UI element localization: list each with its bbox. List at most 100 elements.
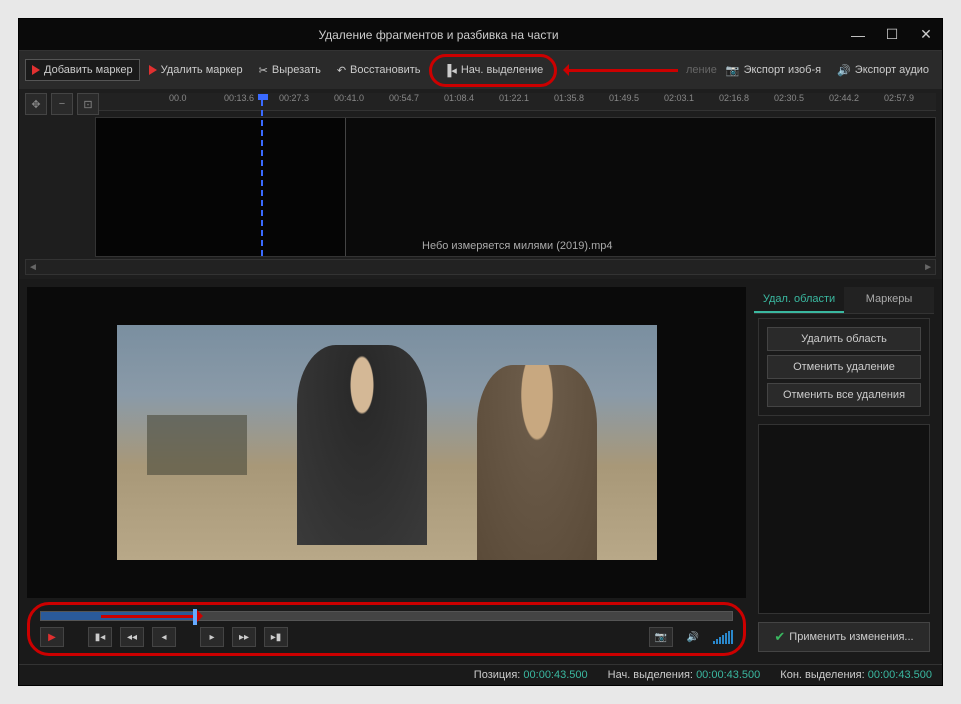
tick: 00:54.7 [389, 93, 444, 103]
status-position: Позиция: 00:00:43.500 [474, 669, 588, 681]
scene-person [477, 365, 597, 560]
cut-label: Вырезать [272, 64, 321, 76]
side-panel: Удал. области Маркеры Удалить область От… [754, 287, 934, 656]
scene-vehicle [147, 415, 247, 475]
side-tabs: Удал. области Маркеры [754, 287, 934, 314]
scroll-left-icon[interactable]: ◄ [28, 262, 38, 273]
playhead[interactable] [261, 100, 263, 256]
regions-list[interactable] [758, 424, 930, 614]
next-frame-button[interactable]: ▸ [200, 627, 224, 647]
add-marker-label: Добавить маркер [44, 64, 133, 76]
apply-label: Применить изменения... [789, 631, 913, 643]
start-sel-label: Нач. выделение [461, 64, 543, 76]
restore-button[interactable]: ↶ Восстановить [330, 59, 428, 82]
annotation-arrow [565, 69, 678, 72]
status-sel-start: Нач. выделения: 00:00:43.500 [608, 669, 761, 681]
end-sel-partial: ление [686, 64, 717, 76]
rewind-button[interactable]: ◂◂ [120, 627, 144, 647]
prev-frame-button[interactable]: ◂ [152, 627, 176, 647]
toolbar-right: 📷 Экспорт изоб-я 🔊 Экспорт аудио [719, 59, 936, 82]
volume-bars[interactable] [713, 630, 733, 644]
goto-end-button[interactable]: ▸▮ [264, 627, 288, 647]
video-preview [27, 287, 746, 598]
sel-end-value: 00:00:43.500 [868, 669, 932, 681]
annotation-arrow [101, 615, 201, 618]
tick: 00:41.0 [334, 93, 389, 103]
goto-start-button[interactable]: ▮◂ [88, 627, 112, 647]
tick: 01:35.8 [554, 93, 609, 103]
start-selection-button[interactable]: ▐◂ Нач. выделение [436, 59, 550, 82]
highlight-annotation: ▐◂ Нач. выделение [429, 54, 557, 87]
player-controls-highlight: ▶ ▮◂ ◂◂ ◂ ▸ ▸▸ ▸▮ 📷 🔊 [27, 602, 746, 656]
zoom-in-button[interactable]: ✥ [25, 93, 47, 115]
timeline-area: ✥ − ⊡ 00.0 00:13.6 00:27.3 00:41.0 00:54… [19, 89, 942, 279]
toolbar: Добавить маркер Удалить маркер ✂ Вырезат… [19, 51, 942, 89]
titlebar: Удаление фрагментов и разбивка на части … [19, 19, 942, 51]
timeline-scrollbar[interactable]: ◄ ► [25, 259, 936, 275]
timeline-track[interactable]: Небо измеряется милями (2019).mp4 [95, 117, 936, 257]
tick: 01:22.1 [499, 93, 554, 103]
flag-icon [149, 65, 157, 75]
position-value: 00:00:43.500 [523, 669, 587, 681]
tick: 01:08.4 [444, 93, 499, 103]
close-button[interactable]: ✕ [918, 27, 934, 43]
scissors-icon: ✂ [259, 64, 268, 77]
minimize-button[interactable]: — [850, 27, 866, 43]
statusbar: Позиция: 00:00:43.500 Нач. выделения: 00… [19, 664, 942, 685]
export-audio-label: Экспорт аудио [855, 64, 929, 76]
add-marker-button[interactable]: Добавить маркер [25, 59, 140, 81]
delete-marker-label: Удалить маркер [161, 64, 243, 76]
camera-icon: 📷 [726, 64, 740, 77]
snapshot-button[interactable]: 📷 [649, 627, 673, 647]
sel-start-value: 00:00:43.500 [696, 669, 760, 681]
export-image-label: Экспорт изоб-я [744, 64, 822, 76]
restore-label: Восстановить [350, 64, 420, 76]
export-image-button[interactable]: 📷 Экспорт изоб-я [719, 59, 828, 82]
window-controls: — ☐ ✕ [850, 27, 934, 43]
tick: 02:30.5 [774, 93, 829, 103]
undo-icon: ↶ [337, 64, 346, 77]
zoom-out-button[interactable]: − [51, 93, 73, 115]
tick: 02:44.2 [829, 93, 884, 103]
flag-icon [32, 65, 40, 75]
seek-handle[interactable] [193, 609, 197, 625]
sel-start-icon: ▐◂ [443, 64, 456, 77]
main-area: ▶ ▮◂ ◂◂ ◂ ▸ ▸▸ ▸▮ 📷 🔊 [19, 279, 942, 664]
seek-bar[interactable] [40, 611, 733, 621]
tab-markers[interactable]: Маркеры [844, 287, 934, 313]
preview-column: ▶ ▮◂ ◂◂ ◂ ▸ ▸▸ ▸▮ 📷 🔊 [27, 287, 746, 656]
volume-icon[interactable]: 🔊 [681, 627, 705, 647]
export-audio-button[interactable]: 🔊 Экспорт аудио [830, 59, 936, 82]
delete-marker-button[interactable]: Удалить маркер [142, 59, 250, 81]
status-sel-end: Кон. выделения: 00:00:43.500 [780, 669, 932, 681]
tick: 00:27.3 [279, 93, 334, 103]
app-window: Удаление фрагментов и разбивка на части … [18, 18, 943, 686]
scroll-right-icon[interactable]: ► [923, 262, 933, 273]
tick: 00:13.6 [224, 93, 279, 103]
cut-button[interactable]: ✂ Вырезать [252, 59, 328, 82]
check-icon: ✔ [774, 629, 785, 645]
tick: 02:03.1 [664, 93, 719, 103]
tick: 02:16.8 [719, 93, 774, 103]
scene-person [297, 345, 427, 545]
tick: 02:57.9 [884, 93, 936, 103]
window-title: Удаление фрагментов и разбивка на части [27, 28, 850, 42]
video-clip[interactable] [96, 118, 346, 256]
tick: 01:49.5 [609, 93, 664, 103]
video-frame [117, 325, 657, 560]
forward-button[interactable]: ▸▸ [232, 627, 256, 647]
tick: 00.0 [169, 93, 224, 103]
play-button[interactable]: ▶ [40, 627, 64, 647]
delete-region-button[interactable]: Удалить область [767, 327, 921, 351]
audio-icon: 🔊 [837, 64, 851, 77]
tab-regions[interactable]: Удал. области [754, 287, 844, 313]
undo-all-button[interactable]: Отменить все удаления [767, 383, 921, 407]
apply-changes-button[interactable]: ✔ Применить изменения... [758, 622, 930, 652]
undo-delete-button[interactable]: Отменить удаление [767, 355, 921, 379]
clip-filename: Небо измеряется милями (2019).mp4 [422, 240, 613, 252]
timeline-zoom-controls: ✥ − ⊡ [25, 93, 99, 115]
timeline-ruler[interactable]: 00.0 00:13.6 00:27.3 00:41.0 00:54.7 01:… [99, 93, 936, 111]
region-actions: Удалить область Отменить удаление Отмени… [758, 318, 930, 416]
maximize-button[interactable]: ☐ [884, 27, 900, 43]
zoom-fit-button[interactable]: ⊡ [77, 93, 99, 115]
